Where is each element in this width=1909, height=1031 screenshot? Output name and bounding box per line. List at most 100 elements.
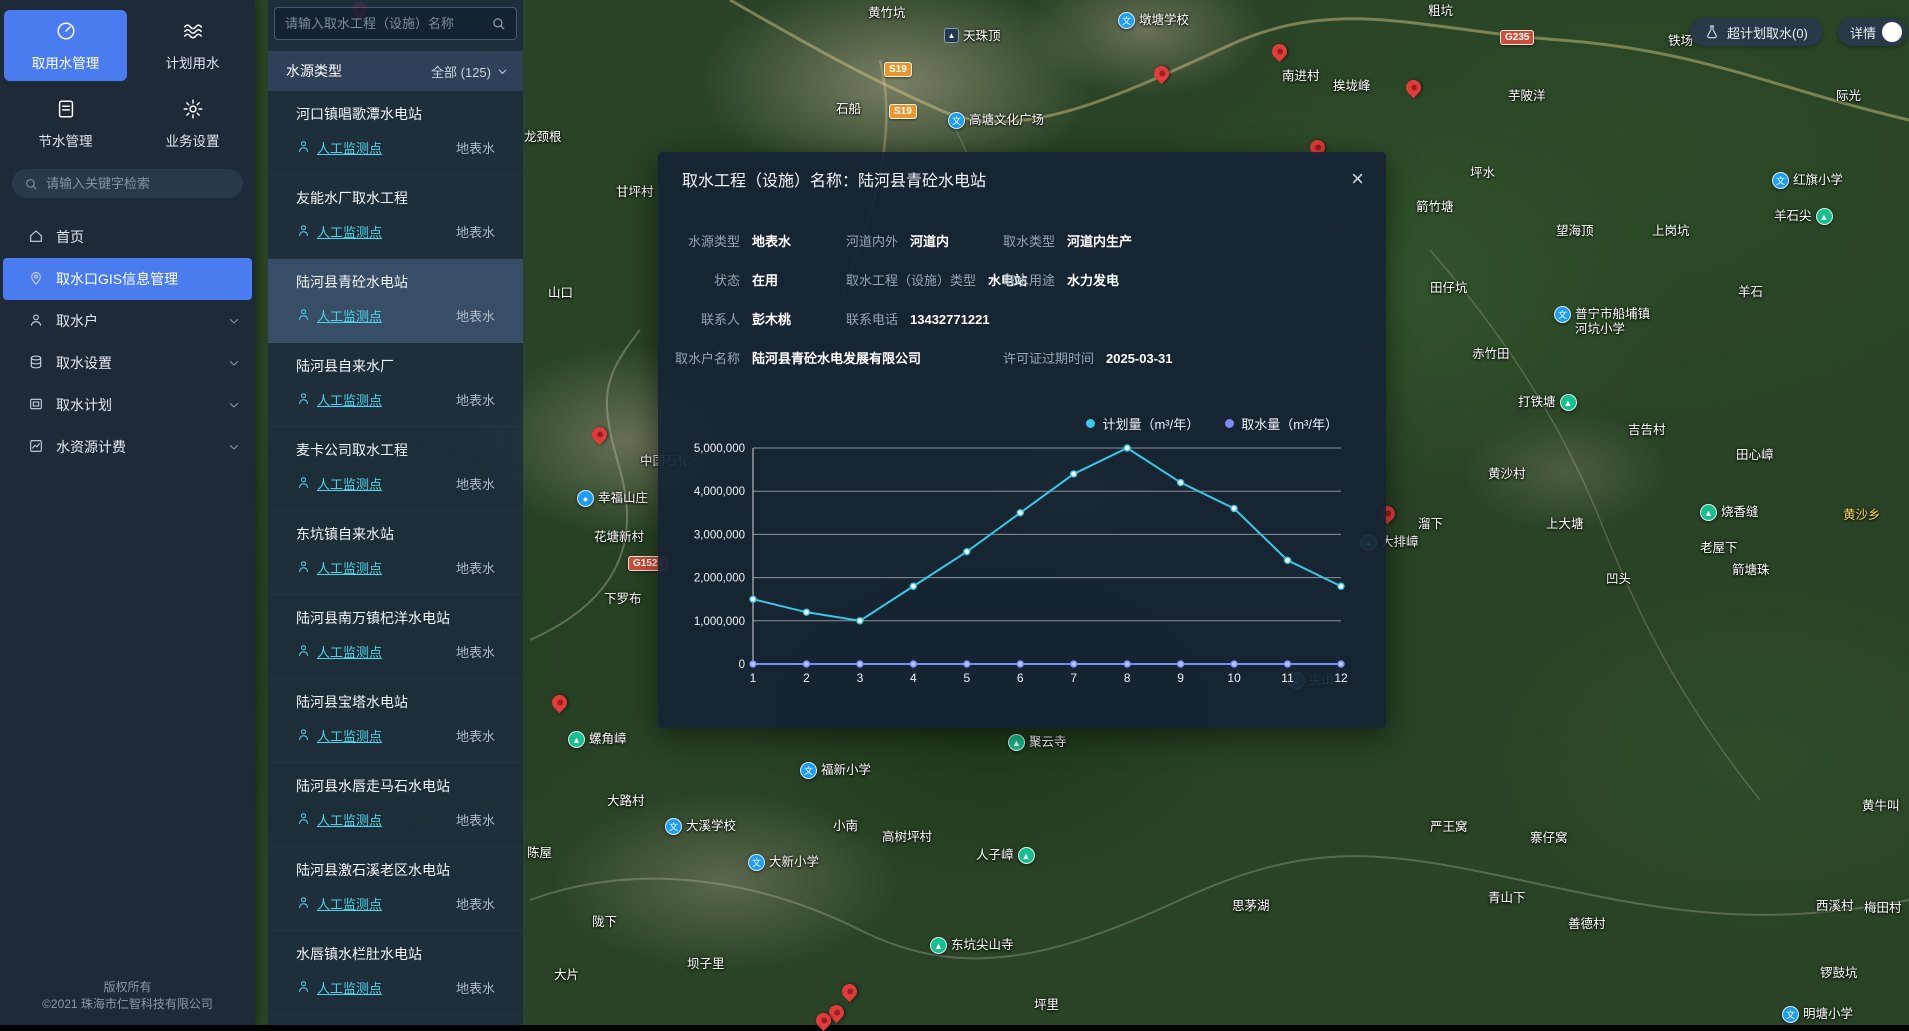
map-label: 西溪村 [1816, 899, 1854, 914]
over-plan-intake-badge[interactable]: 超计划取水(0) [1690, 18, 1822, 46]
db-icon [28, 354, 44, 373]
svg-text:1,000,000: 1,000,000 [694, 616, 745, 628]
app-module-grid: 取用水管理计划用水节水管理业务设置 [0, 0, 255, 155]
scenic-pin-icon: ▲ [1560, 394, 1577, 411]
station-search-input[interactable] [285, 16, 491, 31]
info-row: 状态在用取水工程（设施）类型水电站取水用途水力发电 [658, 270, 1386, 309]
legend-item[interactable]: 计划量（m³/年） [1086, 414, 1199, 433]
map-label[interactable]: ▲螺角嶂 [568, 731, 627, 748]
info-field: 取水用途水力发电 [1003, 270, 1119, 289]
school-pin-icon: 文 [1118, 12, 1135, 29]
map-label: 寨仔窝 [1530, 831, 1568, 846]
detail-toggle[interactable]: 详情 [1838, 18, 1907, 46]
map-label[interactable]: 人子嶂▲ [976, 847, 1035, 864]
station-list-item[interactable]: 东坑镇自来水站人工监测点地表水 [268, 511, 523, 595]
manual-monitor-link[interactable]: 人工监测点 [296, 306, 382, 325]
chart-legend: 计划量（m³/年） 取水量（m³/年） [658, 414, 1362, 433]
station-list-item[interactable]: 陆河县青砼水电站人工监测点地表水 [268, 259, 523, 343]
module-tile-2[interactable]: 计划用水 [131, 10, 254, 81]
module-tile-4[interactable]: 业务设置 [131, 88, 254, 159]
manual-monitor-link[interactable]: 人工监测点 [296, 558, 382, 577]
svg-text:12: 12 [1334, 671, 1348, 685]
module-tile-1[interactable]: 取用水管理 [4, 10, 127, 81]
manual-monitor-link[interactable]: 人工监测点 [296, 390, 382, 409]
sidebar-item-3[interactable]: 取水户 [0, 300, 255, 342]
map-label: 粗坑 [1428, 4, 1453, 19]
manual-monitor-link[interactable]: 人工监测点 [296, 978, 382, 997]
map-label[interactable]: 文福新小学 [800, 762, 871, 779]
station-search[interactable] [274, 7, 517, 40]
map-label[interactable]: 文明塘小学 [1782, 1006, 1853, 1023]
sidebar-item-5[interactable]: 取水计划 [0, 384, 255, 426]
map-label: 羊石 [1738, 285, 1763, 300]
manual-monitor-link[interactable]: 人工监测点 [296, 474, 382, 493]
map-label: 石船 [836, 102, 861, 117]
water-type: 地表水 [456, 894, 495, 913]
svg-text:5,000,000: 5,000,000 [694, 443, 745, 455]
map-label[interactable]: 羊石尖▲ [1774, 208, 1833, 225]
station-list-item[interactable]: 陆河县南万镇杞洋水电站人工监测点地表水 [268, 595, 523, 679]
water-type: 地表水 [456, 306, 495, 325]
map-label[interactable]: 文大溪学校 [665, 818, 736, 835]
info-row: 水源类型地表水河道内外河道内取水类型河道内生产 [658, 231, 1386, 270]
svg-text:2: 2 [803, 671, 810, 685]
water-source-filter: 水源类型 全部 (125) [268, 51, 523, 91]
station-list-item[interactable]: 陆河县宝塔水电站人工监测点地表水 [268, 679, 523, 763]
module-tile-3[interactable]: 节水管理 [4, 88, 127, 159]
map-label[interactable]: ●幸福山庄 [577, 490, 648, 507]
person-icon [296, 223, 311, 241]
map-label: 田心嶂 [1736, 448, 1774, 463]
manual-monitor-link[interactable]: 人工监测点 [296, 642, 382, 661]
map-label: 陇下 [592, 915, 617, 930]
sidebar-item-4[interactable]: 取水设置 [0, 342, 255, 384]
station-list-item[interactable]: 陆河县激石溪老区水电站人工监测点地表水 [268, 847, 523, 931]
legend-item[interactable]: 取水量（m³/年） [1225, 414, 1338, 433]
close-icon[interactable]: × [1351, 169, 1364, 189]
map-label: 坪里 [1034, 998, 1059, 1013]
station-list-item[interactable]: 河口镇唱歌潭水电站人工监测点地表水 [268, 91, 523, 175]
map-label[interactable]: 文大新小学 [748, 854, 819, 871]
poi-pin-icon: ● [577, 490, 594, 507]
station-list-item[interactable]: 水唇镇水栏肚水电站人工监测点地表水 [268, 931, 523, 1015]
info-field: 水源类型地表水 [672, 231, 791, 250]
station-list-item[interactable]: 陆河县自来水厂人工监测点地表水 [268, 343, 523, 427]
sidebar-menu: 首页取水口GIS信息管理取水户取水设置取水计划水资源计费 [0, 216, 255, 468]
station-list-item[interactable]: 友能水厂取水工程人工监测点地表水 [268, 175, 523, 259]
sidebar-item-6[interactable]: 水资源计费 [0, 426, 255, 468]
manual-monitor-link[interactable]: 人工监测点 [296, 894, 382, 913]
map-label[interactable]: 文红旗小学 [1772, 172, 1843, 189]
station-list-item[interactable]: 麦卡公司取水工程人工监测点地表水 [268, 427, 523, 511]
sidebar-item-2[interactable]: 取水口GIS信息管理 [3, 258, 252, 300]
manual-monitor-link[interactable]: 人工监测点 [296, 810, 382, 829]
svg-text:4,000,000: 4,000,000 [694, 486, 745, 498]
filter-dropdown[interactable]: 全部 (125) [431, 62, 509, 81]
map-label[interactable]: ▲聚云寺 [1008, 734, 1067, 751]
map-label[interactable]: ▲东坑尖山寺 [930, 937, 1014, 954]
map-label: 花塘新村 [594, 530, 644, 545]
chevron-down-icon [227, 440, 241, 454]
sidebar-search[interactable] [12, 169, 243, 198]
toggle-knob[interactable] [1882, 22, 1902, 42]
station-list-item[interactable]: 陆河县水唇走马石水电站人工监测点地表水 [268, 763, 523, 847]
station-info-fields: 水源类型地表水河道内外河道内取水类型河道内生产状态在用取水工程（设施）类型水电站… [658, 231, 1386, 401]
manual-monitor-link[interactable]: 人工监测点 [296, 138, 382, 157]
map-label[interactable]: 文高塘文化广场 [948, 112, 1044, 129]
map-label[interactable]: 文墩塘学校 [1118, 12, 1189, 29]
person-icon [296, 979, 311, 997]
map-label[interactable]: ▲烧香缝 [1700, 504, 1759, 521]
person-icon [296, 391, 311, 409]
map-label: 严王窝 [1430, 820, 1468, 835]
map-label: 上岗坑 [1652, 224, 1690, 239]
manual-monitor-link[interactable]: 人工监测点 [296, 222, 382, 241]
map-label[interactable]: 文普宁市船埔镇 河坑小学 [1554, 306, 1650, 337]
manual-monitor-link[interactable]: 人工监测点 [296, 726, 382, 745]
map-label[interactable]: 打铁塘▲ [1518, 394, 1577, 411]
sidebar-search-input[interactable] [46, 176, 231, 191]
person-icon [296, 811, 311, 829]
search-icon [24, 177, 38, 191]
map-label: 挨垅峰 [1333, 79, 1371, 94]
map-label: S19 [889, 104, 917, 119]
sidebar-item-1[interactable]: 首页 [0, 216, 255, 258]
chevron-down-icon [496, 65, 509, 78]
svg-text:1: 1 [750, 671, 757, 685]
